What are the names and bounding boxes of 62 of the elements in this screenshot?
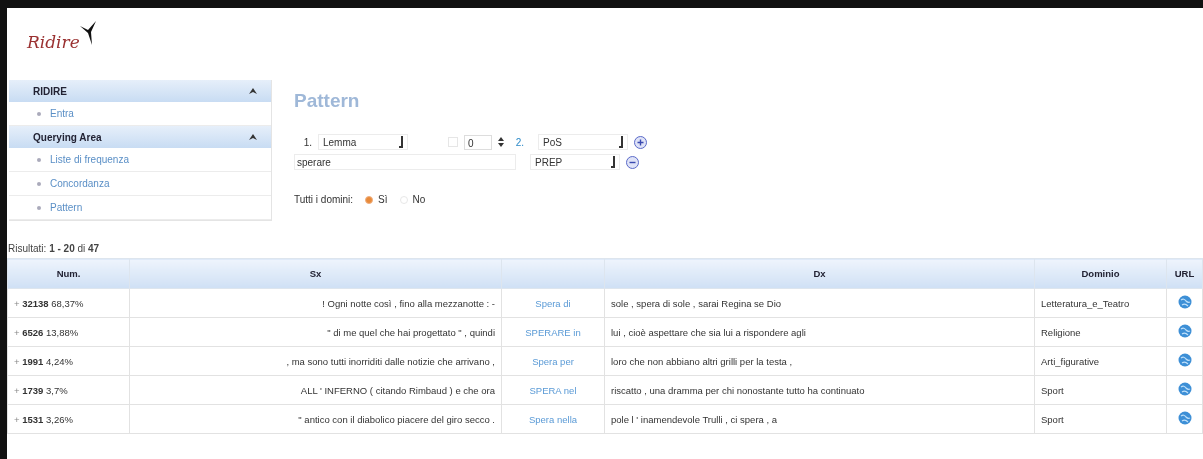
table-cell: " antico con il diabolico piacere del giro secco . xyxy=(129,404,502,434)
table-cell: Sport xyxy=(1034,404,1167,434)
column-header: Num. xyxy=(7,258,130,289)
radio-button[interactable] xyxy=(365,195,374,204)
slot-index: 2. xyxy=(514,136,524,148)
sidebar-link[interactable]: Concordanza xyxy=(50,178,110,189)
table-cell: ! Ogni notte così , fino alla mezzanotte : - xyxy=(129,288,502,318)
table-cell: pole l ' inamendevole Trulli , ci spera , a xyxy=(604,404,1035,434)
table-cell: " di me quel che hai progettato " , quindi xyxy=(129,317,502,347)
keyword-link[interactable]: Spera per xyxy=(532,355,574,367)
lemma-field[interactable]: sperare xyxy=(294,154,516,170)
table-cell: ALL ' INFERNO ( citando Rimbaud ) e che ora xyxy=(129,375,502,405)
distance-field[interactable]: 0 xyxy=(464,134,492,150)
bullet-icon xyxy=(37,181,41,186)
table-cell: Sport xyxy=(1034,375,1167,405)
distance-checkbox[interactable] xyxy=(448,137,458,147)
section-header[interactable]: RIDIRE xyxy=(9,80,271,102)
bullet-icon xyxy=(37,205,41,210)
keyword-link[interactable]: Spera di xyxy=(535,297,571,309)
table-cell: + 32138 68,37% xyxy=(7,288,130,318)
table-cell: Religione xyxy=(1034,317,1167,347)
table-cell: + 1531 3,26% xyxy=(7,404,130,434)
table-cell: sole , spera di sole , sarai Regina se Dio xyxy=(604,288,1035,318)
sidebar-link[interactable]: Pattern xyxy=(50,202,83,213)
pos-tag-select[interactable]: PREP xyxy=(530,154,620,170)
page-title: Pattern xyxy=(294,90,361,113)
globe-icon[interactable] xyxy=(1177,382,1192,396)
bullet-icon xyxy=(37,157,41,162)
radio-label: No xyxy=(412,194,426,205)
table-cell: + 1991 4,24% xyxy=(7,346,130,376)
globe-icon[interactable] xyxy=(1177,353,1192,367)
table-cell: + 6526 13,88% xyxy=(7,317,130,347)
table-cell: riscatto , una dramma per chi nonostante tutto ha continuato xyxy=(604,375,1035,405)
slot-index: 1. xyxy=(302,136,312,148)
table-cell: loro che non abbiano altri grilli per la testa , xyxy=(604,346,1035,376)
table-cell: , ma sono tutti inorriditi dalle notizie che arrivano , xyxy=(129,346,502,376)
globe-icon[interactable] xyxy=(1177,411,1192,425)
table-cell: Letteratura_e_Teatro xyxy=(1034,288,1167,318)
domains-label: Tutti i domini: xyxy=(294,194,354,205)
type-select[interactable]: PoS xyxy=(538,134,628,150)
spinner-icon[interactable] xyxy=(498,136,504,148)
section-header[interactable]: Querying Area xyxy=(9,126,271,148)
column-header: URL xyxy=(1166,258,1203,289)
bullet-icon xyxy=(37,111,41,116)
results-summary: Risultati: 1 - 20 di 47 xyxy=(7,242,101,256)
keyword-link[interactable]: SPERA nel xyxy=(529,384,577,396)
table-cell: + 1739 3,7% xyxy=(7,375,130,405)
table-cell: Arti_figurative xyxy=(1034,346,1167,376)
keyword-link[interactable]: Spera nella xyxy=(528,413,578,425)
column-header: Sx xyxy=(129,258,502,289)
globe-icon[interactable] xyxy=(1177,324,1192,338)
globe-icon[interactable] xyxy=(1177,295,1192,309)
column-header: Dominio xyxy=(1034,258,1167,289)
radio-label: Sì xyxy=(378,194,388,205)
minus-icon[interactable] xyxy=(626,155,639,169)
sidebar-link[interactable]: Liste di frequenza xyxy=(50,154,129,165)
column-header: Dx xyxy=(604,258,1035,289)
type-select[interactable]: Lemma xyxy=(318,134,408,150)
sidebar-link[interactable]: Entra xyxy=(50,108,74,119)
logo-text: Ridire xyxy=(27,32,80,52)
table-cell: lui , cioè aspettare che sia lui a rispondere agli xyxy=(604,317,1035,347)
plus-icon[interactable] xyxy=(634,135,647,149)
